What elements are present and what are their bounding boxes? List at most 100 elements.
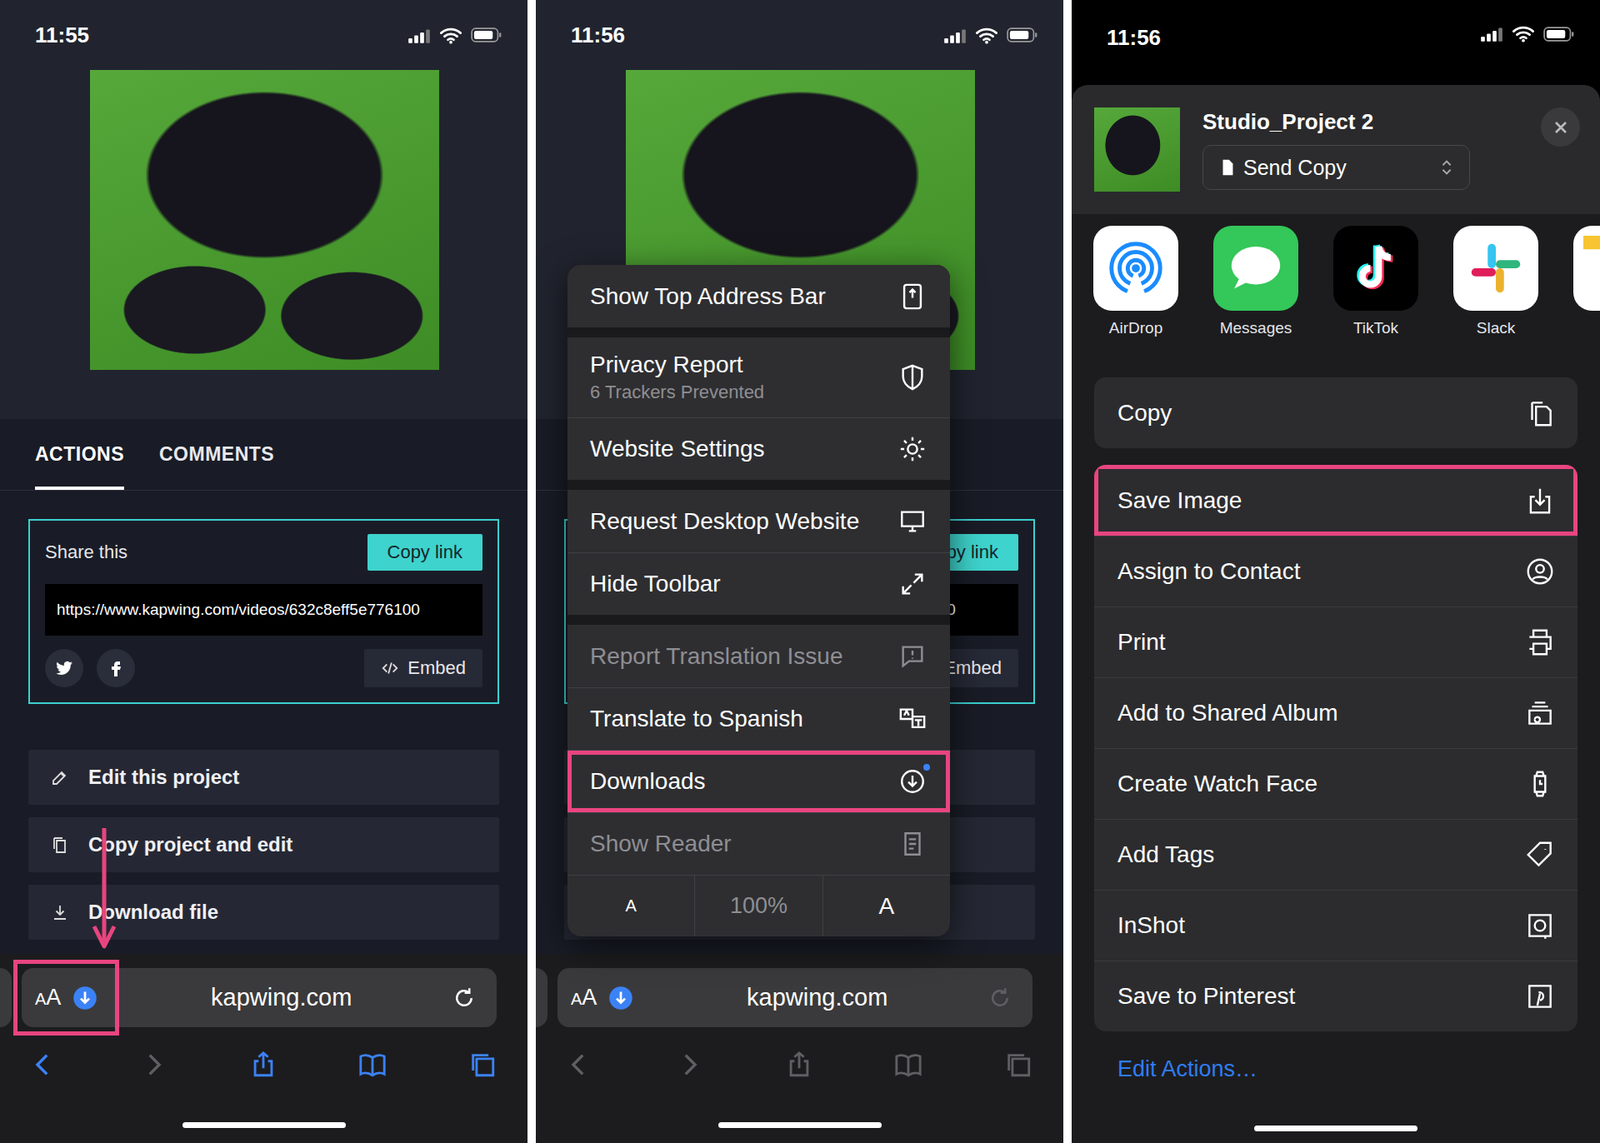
- share-action[interactable]: Assign to Contact: [1094, 535, 1578, 607]
- reload-icon[interactable]: [451, 985, 477, 1011]
- menu-item-text: Website Settings: [590, 435, 765, 463]
- share-url-field[interactable]: https://www.kapwing.com/videos/632c8eff5…: [45, 584, 483, 636]
- menu-item[interactable]: Request Desktop Website: [567, 490, 950, 553]
- tab-bar: ACTIONS COMMENTS: [0, 419, 528, 491]
- share-action[interactable]: Add to Shared Album: [1094, 677, 1578, 749]
- share-action-label: Create Watch Face: [1117, 770, 1318, 798]
- menu-item-text: Translate to Spanish: [590, 705, 804, 733]
- tabs-icon[interactable]: [468, 1050, 497, 1080]
- menu-item-label: Downloads: [590, 768, 706, 795]
- share-action[interactable]: Create Watch Face: [1094, 748, 1578, 820]
- share-action-icon: [1524, 910, 1556, 942]
- status-time: 11:56: [570, 22, 625, 49]
- share-app[interactable]: TikTok: [1333, 225, 1419, 378]
- previous-tab-field[interactable]: [535, 968, 548, 1028]
- share-app[interactable]: Messages: [1213, 225, 1299, 378]
- share-action[interactable]: Save Image: [1094, 465, 1578, 536]
- menu-item[interactable]: Show Reader: [567, 812, 950, 875]
- menu-item-icon: [898, 363, 927, 392]
- share-action-group: Copy: [1094, 377, 1578, 449]
- menu-item-label: Show Reader: [590, 830, 732, 858]
- menu-icon-wrap: [898, 705, 927, 734]
- share-action-label: Print: [1117, 629, 1166, 656]
- forward-icon[interactable]: [139, 1050, 168, 1080]
- menu-icon-wrap: [898, 830, 927, 859]
- tab[interactable]: ACTIONS: [35, 419, 125, 490]
- menu-item[interactable]: Downloads: [567, 750, 950, 813]
- up-down-chevron-icon: [1437, 158, 1456, 177]
- wifi-icon: [975, 26, 999, 45]
- menu-icon-wrap: [898, 435, 927, 464]
- document-icon: [1218, 158, 1237, 177]
- menu-item-text: Show Top Address Bar: [590, 283, 826, 310]
- share-action-icon: [1524, 768, 1556, 800]
- share-title: Share this: [45, 541, 128, 564]
- page-settings-button[interactable]: AA: [557, 968, 647, 1028]
- share-action[interactable]: Print: [1094, 606, 1578, 678]
- share-action-label: Save to Pinterest: [1117, 983, 1295, 1010]
- previous-tab-field[interactable]: [0, 968, 12, 1028]
- menu-item[interactable]: Show Top Address Bar: [567, 265, 950, 328]
- share-action-label: Add Tags: [1117, 841, 1215, 869]
- menu-item[interactable]: Website Settings: [567, 417, 950, 480]
- share-action-group: Save ImageAssign to Contact Print Add to S…: [1094, 465, 1578, 1032]
- menu-item-label: Translate to Spanish: [590, 705, 804, 733]
- share-box: Share this Copy link https://www.kapwing.c…: [28, 519, 500, 705]
- status-time: 11:56: [1106, 25, 1161, 51]
- menu-item-subtitle: 6 Trackers Prevented: [590, 381, 765, 404]
- facebook-button[interactable]: [96, 649, 135, 688]
- menu-item[interactable]: Hide Toolbar: [567, 552, 950, 615]
- share-action[interactable]: Save to Pinterest: [1094, 960, 1578, 1032]
- forward-icon[interactable]: [675, 1050, 704, 1080]
- project-thumbnail: [1094, 107, 1180, 192]
- action-button[interactable]: Copy project and edit: [28, 817, 500, 873]
- back-icon[interactable]: [29, 1050, 58, 1080]
- menu-item-text: Request Desktop Website: [590, 508, 860, 535]
- address-field[interactable]: AAkapwing.com: [21, 968, 497, 1028]
- share-app[interactable]: AirDrop: [1093, 225, 1179, 378]
- bookmarks-icon[interactable]: [358, 1050, 387, 1080]
- safari-toolbar: AAkapwing.com: [535, 954, 1064, 1143]
- back-icon[interactable]: [565, 1050, 594, 1080]
- send-mode-dropdown[interactable]: Send Copy: [1202, 145, 1470, 190]
- menu-item-label: Privacy Report: [590, 351, 765, 379]
- edit-actions-link[interactable]: Edit Actions…: [1117, 1056, 1600, 1083]
- close-button[interactable]: [1540, 107, 1580, 147]
- twitter-button[interactable]: [45, 649, 84, 688]
- increase-text-button[interactable]: A: [822, 875, 950, 937]
- menu-item-text: Downloads: [590, 768, 706, 795]
- download-badge-icon: [72, 985, 98, 1011]
- share-app[interactable]: Slack: [1453, 225, 1539, 378]
- embed-button[interactable]: Embed: [364, 649, 483, 688]
- navigation-toolbar: [535, 1037, 1064, 1093]
- share-item-title: Studio_Project 2: [1202, 109, 1470, 135]
- download-badge-icon: [608, 985, 634, 1011]
- share-app[interactable]: [1573, 225, 1600, 378]
- copy-link-button[interactable]: Copy link: [367, 534, 483, 571]
- menu-item[interactable]: Privacy Report6 Trackers Prevented: [567, 337, 950, 418]
- menu-item-text: Hide Toolbar: [590, 570, 721, 598]
- tiktok-icon: [1343, 235, 1409, 301]
- share-action[interactable]: InShot: [1094, 890, 1578, 961]
- menu-item-icon: [898, 767, 927, 796]
- menu-item[interactable]: Report Translation Issue: [567, 625, 950, 688]
- share-action[interactable]: Copy: [1094, 377, 1578, 449]
- share-header: Share this Copy link: [45, 534, 483, 571]
- reload-icon[interactable]: [987, 985, 1013, 1011]
- tabs-icon[interactable]: [1004, 1050, 1033, 1080]
- address-field[interactable]: AAkapwing.com: [557, 968, 1033, 1028]
- address-row: AAkapwing.com: [0, 954, 528, 1028]
- page-settings-button[interactable]: AA: [21, 968, 111, 1028]
- action-button[interactable]: Edit this project: [28, 750, 500, 805]
- decrease-text-button[interactable]: A: [567, 875, 695, 937]
- menu-icon-wrap: [898, 363, 927, 392]
- share-sheet-screen: 11:56 Studio_Project 2 Send Copy AirDrop Mes…: [1071, 0, 1600, 1143]
- tab[interactable]: COMMENTS: [159, 419, 275, 490]
- share-icon[interactable]: [785, 1050, 814, 1080]
- menu-item-icon: [898, 570, 927, 599]
- bookmarks-icon[interactable]: [894, 1050, 923, 1080]
- share-icon[interactable]: [249, 1050, 278, 1080]
- action-list: Edit this projectCopy project and editDo…: [28, 750, 500, 940]
- menu-item[interactable]: Translate to Spanish: [567, 687, 950, 750]
- share-action[interactable]: Add Tags: [1094, 819, 1578, 890]
